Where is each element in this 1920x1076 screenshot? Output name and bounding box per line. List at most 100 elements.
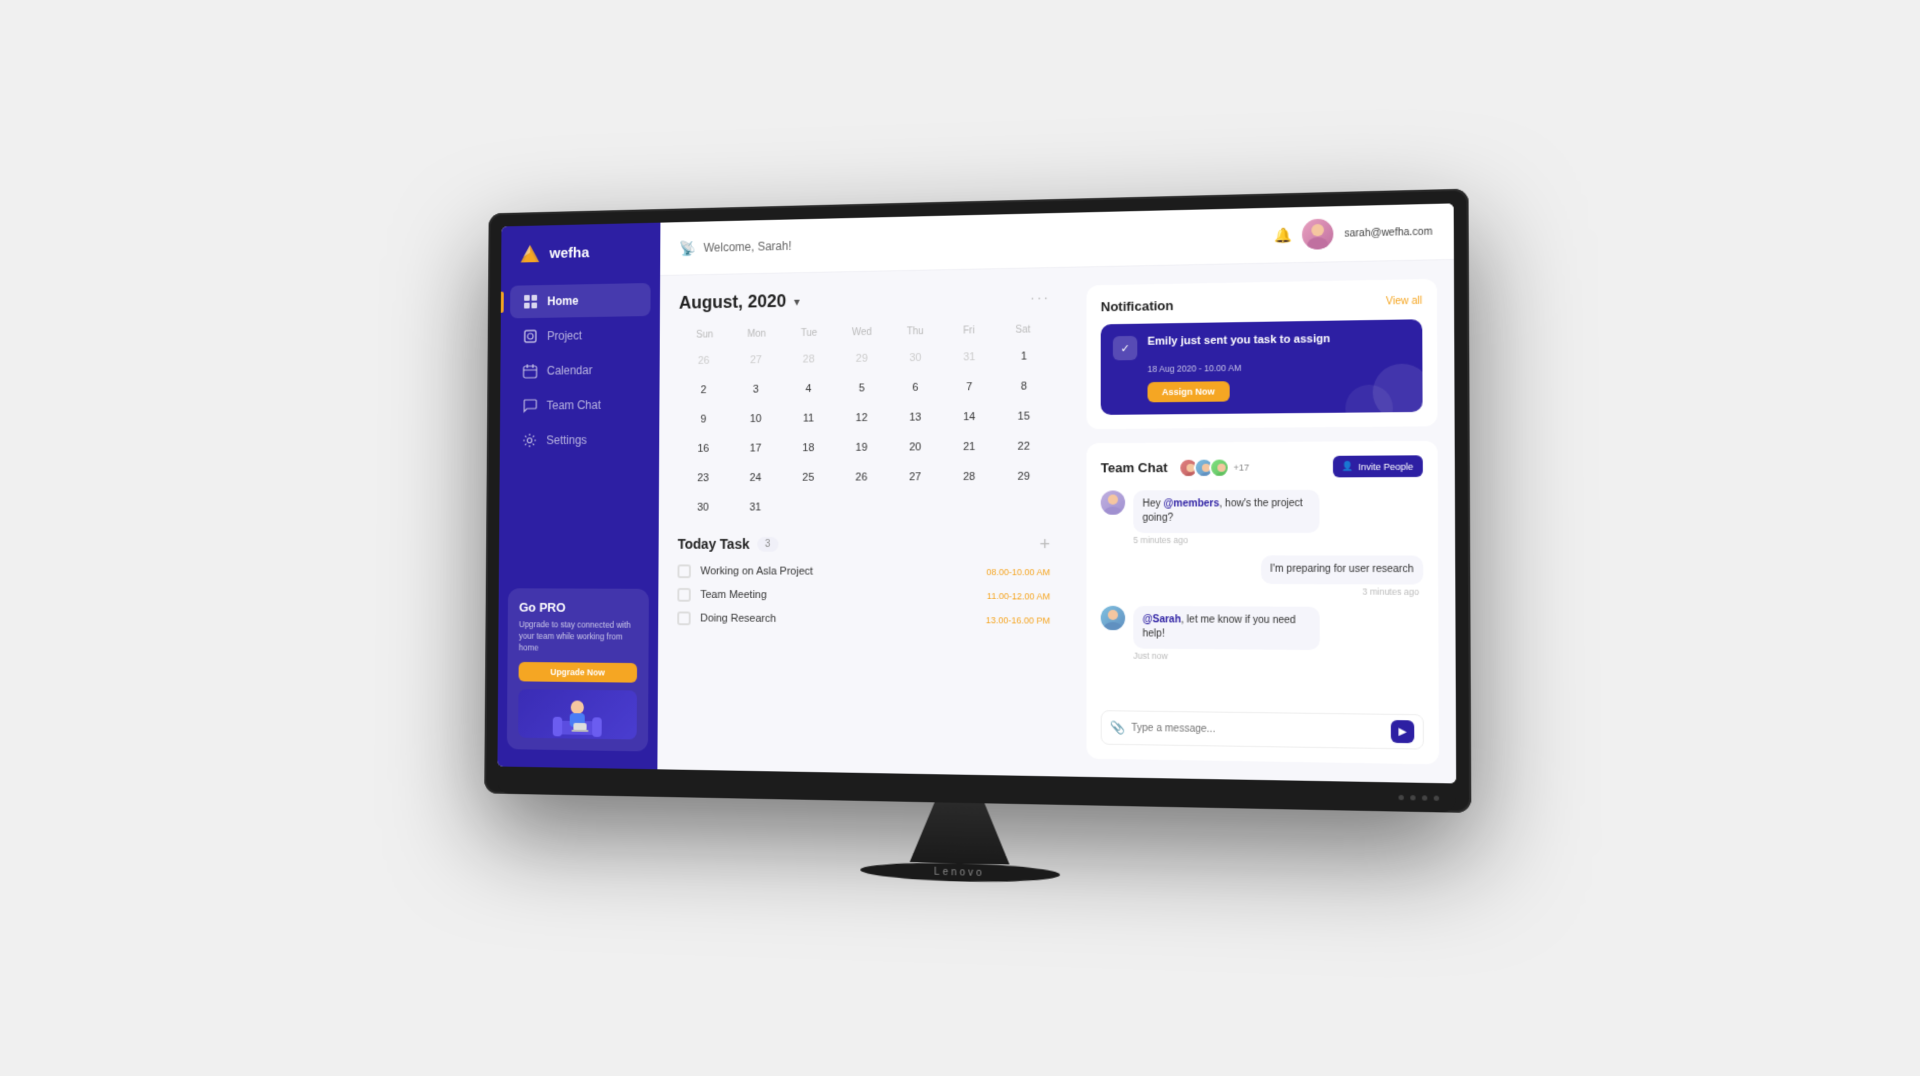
task-name-1: Working on Asla Project: [700, 565, 976, 578]
calendar-day[interactable]: 31: [956, 344, 982, 370]
brand-logo-icon: [518, 242, 542, 264]
bell-icon[interactable]: 🔔: [1274, 226, 1292, 244]
calendar-day[interactable]: [849, 494, 875, 520]
home-label: Home: [547, 294, 578, 308]
team-chat-title: Team Chat: [1101, 459, 1168, 475]
sidebar-item-team-chat[interactable]: Team Chat: [500, 387, 659, 422]
calendar-day[interactable]: 28: [956, 463, 982, 489]
calendar-day[interactable]: 5: [849, 375, 875, 401]
calendar-day[interactable]: 31: [743, 494, 768, 520]
calendar-day[interactable]: 29: [849, 345, 874, 371]
go-pro-card: Go PRO Upgrade to stay connected with yo…: [507, 588, 649, 751]
calendar-day[interactable]: 23: [691, 465, 716, 491]
calendar-day[interactable]: 24: [743, 465, 768, 491]
home-icon: [523, 293, 538, 309]
sidebar-item-home[interactable]: Home: [510, 282, 651, 317]
calendar-day[interactable]: [1011, 493, 1037, 519]
sidebar-nav: Home Project: [499, 282, 660, 588]
calendar-day[interactable]: 14: [956, 404, 982, 430]
calendar-day[interactable]: 19: [849, 434, 875, 460]
calendar-day[interactable]: 26: [691, 348, 716, 374]
calendar-day[interactable]: 26: [849, 464, 875, 490]
user-area: 🔔 sarah@wefha.com: [1274, 216, 1433, 250]
project-icon: [523, 328, 538, 344]
calendar-day[interactable]: 28: [796, 346, 821, 372]
calendar-day[interactable]: 15: [1011, 403, 1037, 429]
chat-input[interactable]: [1131, 722, 1384, 737]
calendar-day[interactable]: 18: [796, 435, 821, 461]
msg-2-time: 3 minutes ago: [1362, 586, 1423, 597]
monitor-frame: wefha Home: [484, 188, 1471, 812]
right-panel: Notification View all ✓ Emily just sent …: [1070, 259, 1456, 782]
settings-icon: [522, 432, 537, 448]
calendar-day[interactable]: 4: [796, 376, 821, 402]
day-header-mon: Mon: [731, 325, 783, 342]
calendar-day[interactable]: 25: [796, 464, 821, 490]
calendar-more-icon[interactable]: ···: [1030, 288, 1050, 304]
task-checkbox-1[interactable]: [677, 564, 690, 578]
calendar-label: Calendar: [547, 363, 593, 377]
task-checkbox-3[interactable]: [677, 611, 690, 625]
task-checkbox-2[interactable]: [677, 587, 690, 601]
msg-1-bubble: Hey @members, how's the project going?: [1133, 489, 1319, 532]
view-all-link[interactable]: View all: [1386, 295, 1422, 307]
bezel-dot-3: [1422, 794, 1427, 799]
calendar-day[interactable]: [956, 493, 982, 519]
team-chat-nav-label: Team Chat: [547, 398, 601, 412]
calendar-day[interactable]: 22: [1011, 433, 1037, 459]
calendar-day[interactable]: 20: [902, 434, 928, 460]
calendar-day[interactable]: 2: [691, 377, 716, 403]
calendar-body: 2627282930311234567891011121314151617181…: [678, 342, 1050, 521]
sidebar-item-calendar[interactable]: Calendar: [500, 352, 659, 387]
msg-3-bubble: @Sarah, let me know if you need help!: [1133, 605, 1320, 649]
calendar-day[interactable]: 27: [743, 347, 768, 373]
assign-now-button[interactable]: Assign Now: [1148, 381, 1230, 402]
sidebar: wefha Home: [497, 222, 660, 769]
calendar-day[interactable]: 7: [956, 374, 982, 400]
upgrade-now-button[interactable]: Upgrade Now: [519, 661, 638, 682]
sidebar-item-settings[interactable]: Settings: [500, 422, 660, 456]
chat-message-2: I'm preparing for user research 3 minute…: [1101, 555, 1424, 597]
msg-1-time: 5 minutes ago: [1101, 534, 1423, 544]
calendar-day[interactable]: 8: [1011, 373, 1037, 399]
bezel-dot-1: [1399, 794, 1404, 799]
day-header-tue: Tue: [783, 324, 836, 342]
calendar-day[interactable]: 3: [743, 376, 768, 402]
task-item-1: Working on Asla Project 08.00-10.00 AM: [677, 564, 1050, 579]
invite-people-button[interactable]: 👤 Invite People: [1333, 455, 1423, 477]
calendar-day[interactable]: 11: [796, 405, 821, 431]
calendar-day[interactable]: [795, 494, 820, 520]
calendar-day[interactable]: 17: [743, 435, 768, 461]
sidebar-item-project[interactable]: Project: [501, 317, 660, 352]
calendar-day[interactable]: 30: [903, 344, 929, 370]
calendar-day[interactable]: 13: [902, 404, 928, 430]
user-avatar: [1302, 218, 1333, 249]
calendar-day[interactable]: 29: [1011, 463, 1037, 489]
calendar-dropdown-icon[interactable]: ▾: [794, 294, 800, 308]
calendar-day[interactable]: 12: [849, 405, 875, 431]
chat-messages: Hey @members, how's the project going? 5…: [1101, 489, 1424, 703]
calendar-day[interactable]: 16: [691, 436, 716, 462]
calendar-day[interactable]: [902, 494, 928, 520]
send-message-button[interactable]: ▶: [1391, 720, 1414, 743]
monitor-stand-neck: [910, 801, 1010, 864]
illustration-person-icon: [549, 693, 606, 739]
add-task-button[interactable]: +: [1040, 534, 1051, 552]
calendar-day[interactable]: 27: [902, 464, 928, 490]
calendar-day[interactable]: 10: [743, 406, 768, 432]
calendar-nav-icon: [523, 363, 538, 379]
notif-card-header: ✓ Emily just sent you task to assign: [1113, 331, 1410, 360]
calendar-day[interactable]: 1: [1011, 343, 1037, 369]
brand-area: wefha: [501, 240, 660, 286]
calendar-header: August, 2020 ▾ ···: [679, 286, 1050, 313]
calendar-day[interactable]: 9: [691, 406, 716, 432]
calendar-day[interactable]: 6: [902, 374, 928, 400]
calendar-days-header: Sun Mon Tue Wed Thu Fri Sat: [679, 321, 1051, 344]
task-time-1: 08.00-10.00 AM: [986, 567, 1050, 577]
calendar-day[interactable]: 30: [690, 494, 715, 520]
notification-section: Notification View all ✓ Emily just sent …: [1087, 278, 1438, 428]
calendar-day[interactable]: 21: [956, 433, 982, 459]
go-pro-illustration: [518, 689, 637, 739]
go-pro-desc: Upgrade to stay connected with your team…: [519, 619, 638, 655]
attachment-icon[interactable]: 📎: [1110, 720, 1125, 734]
